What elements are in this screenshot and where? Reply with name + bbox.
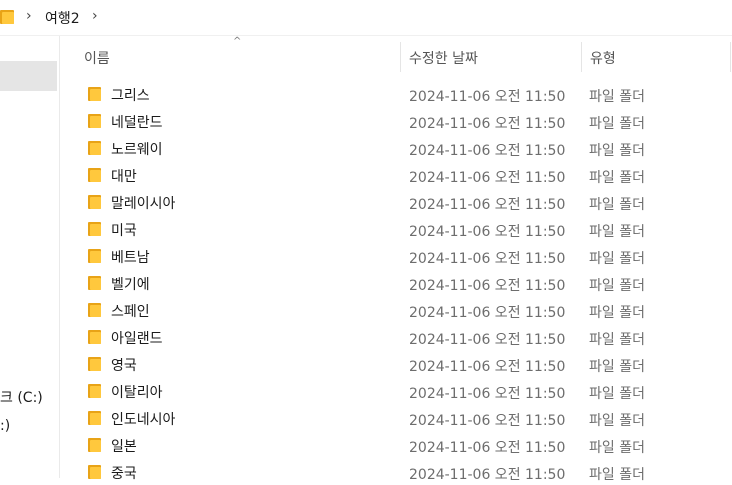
navigation-pane xyxy=(0,36,60,478)
file-type: 파일 폴더 xyxy=(589,197,645,213)
file-date: 2024-11-06 오전 11:50 xyxy=(409,467,566,483)
file-date: 2024-11-06 오전 11:50 xyxy=(409,197,566,213)
pane-divider[interactable] xyxy=(59,36,60,478)
folder-icon xyxy=(88,114,101,128)
folder-icon xyxy=(88,195,101,209)
file-type: 파일 폴더 xyxy=(589,170,645,186)
file-type: 파일 폴더 xyxy=(589,278,645,294)
file-date: 2024-11-06 오전 11:50 xyxy=(409,89,566,105)
breadcrumb-item[interactable]: 여행2 xyxy=(45,8,80,28)
file-type: 파일 폴더 xyxy=(589,359,645,375)
folder-icon xyxy=(88,141,101,155)
file-name: 스페인 xyxy=(111,304,150,320)
file-list: 그리스 2024-11-06 오전 11:50 파일 폴더 네덜란드 2024-11-0… xyxy=(80,80,732,485)
file-row[interactable]: 아일랜드 2024-11-06 오전 11:50 파일 폴더 xyxy=(80,323,732,350)
folder-icon xyxy=(88,384,101,398)
file-type: 파일 폴더 xyxy=(589,413,645,429)
file-name: 대만 xyxy=(111,169,137,185)
folder-icon xyxy=(88,411,101,425)
address-bar[interactable]: › 여행2 › xyxy=(0,0,732,35)
chevron-right-icon[interactable]: › xyxy=(92,8,98,24)
file-date: 2024-11-06 오전 11:50 xyxy=(409,224,566,240)
file-name: 영국 xyxy=(111,358,137,374)
file-date: 2024-11-06 오전 11:50 xyxy=(409,440,566,456)
file-name: 말레이시아 xyxy=(111,196,176,212)
sort-ascending-icon: ^ xyxy=(233,36,242,47)
file-row[interactable]: 미국 2024-11-06 오전 11:50 파일 폴더 xyxy=(80,215,732,242)
file-type: 파일 폴더 xyxy=(589,332,645,348)
file-row[interactable]: 말레이시아 2024-11-06 오전 11:50 파일 폴더 xyxy=(80,188,732,215)
file-date: 2024-11-06 오전 11:50 xyxy=(409,278,566,294)
file-date: 2024-11-06 오전 11:50 xyxy=(409,116,566,132)
file-type: 파일 폴더 xyxy=(589,89,645,105)
folder-icon xyxy=(88,222,101,236)
file-name: 중국 xyxy=(111,466,137,482)
file-date: 2024-11-06 오전 11:50 xyxy=(409,332,566,348)
file-name: 일본 xyxy=(111,439,137,455)
nav-item-drive-d[interactable]: :) xyxy=(0,418,10,434)
file-name: 베트남 xyxy=(111,250,150,266)
file-row[interactable]: 벨기에 2024-11-06 오전 11:50 파일 폴더 xyxy=(80,269,732,296)
file-date: 2024-11-06 오전 11:50 xyxy=(409,170,566,186)
column-header-type-label: 유형 xyxy=(590,51,616,67)
file-row[interactable]: 그리스 2024-11-06 오전 11:50 파일 폴더 xyxy=(80,80,732,107)
file-name: 이탈리아 xyxy=(111,385,163,401)
file-type: 파일 폴더 xyxy=(589,305,645,321)
file-row[interactable]: 스페인 2024-11-06 오전 11:50 파일 폴더 xyxy=(80,296,732,323)
nav-selected-item[interactable] xyxy=(0,61,57,91)
folder-icon xyxy=(88,276,101,290)
folder-icon xyxy=(88,357,101,371)
folder-icon xyxy=(88,303,101,317)
column-header-date-label: 수정한 날짜 xyxy=(409,51,478,67)
toolbar-divider xyxy=(0,35,732,36)
file-row[interactable]: 베트남 2024-11-06 오전 11:50 파일 폴더 xyxy=(80,242,732,269)
column-header-type[interactable]: 유형 xyxy=(582,38,732,74)
folder-icon xyxy=(88,168,101,182)
file-name: 벨기에 xyxy=(111,277,150,293)
file-date: 2024-11-06 오전 11:50 xyxy=(409,143,566,159)
file-name: 그리스 xyxy=(111,88,150,104)
folder-icon xyxy=(0,10,14,24)
file-row[interactable]: 중국 2024-11-06 오전 11:50 파일 폴더 xyxy=(80,458,732,485)
file-type: 파일 폴더 xyxy=(589,116,645,132)
file-row[interactable]: 이탈리아 2024-11-06 오전 11:50 파일 폴더 xyxy=(80,377,732,404)
file-name: 아일랜드 xyxy=(111,331,163,347)
file-date: 2024-11-06 오전 11:50 xyxy=(409,305,566,321)
chevron-right-icon[interactable]: › xyxy=(26,8,32,24)
file-row[interactable]: 네덜란드 2024-11-06 오전 11:50 파일 폴더 xyxy=(80,107,732,134)
column-header-name-label: 이름 xyxy=(84,51,110,67)
file-row[interactable]: 인도네시아 2024-11-06 오전 11:50 파일 폴더 xyxy=(80,404,732,431)
file-name: 네덜란드 xyxy=(111,115,163,131)
file-date: 2024-11-06 오전 11:50 xyxy=(409,386,566,402)
file-date: 2024-11-06 오전 11:50 xyxy=(409,251,566,267)
file-row[interactable]: 영국 2024-11-06 오전 11:50 파일 폴더 xyxy=(80,350,732,377)
column-separator[interactable] xyxy=(730,42,731,72)
file-name: 인도네시아 xyxy=(111,412,176,428)
column-header-date[interactable]: 수정한 날짜 xyxy=(401,38,581,74)
file-date: 2024-11-06 오전 11:50 xyxy=(409,413,566,429)
file-type: 파일 폴더 xyxy=(589,386,645,402)
file-name: 노르웨이 xyxy=(111,142,163,158)
file-type: 파일 폴더 xyxy=(589,440,645,456)
folder-icon xyxy=(88,87,101,101)
folder-icon xyxy=(88,438,101,452)
folder-icon xyxy=(88,330,101,344)
folder-icon xyxy=(88,249,101,263)
file-type: 파일 폴더 xyxy=(589,224,645,240)
file-row[interactable]: 일본 2024-11-06 오전 11:50 파일 폴더 xyxy=(80,431,732,458)
file-type: 파일 폴더 xyxy=(589,251,645,267)
file-row[interactable]: 대만 2024-11-06 오전 11:50 파일 폴더 xyxy=(80,161,732,188)
file-type: 파일 폴더 xyxy=(589,467,645,483)
file-name: 미국 xyxy=(111,223,137,239)
file-date: 2024-11-06 오전 11:50 xyxy=(409,359,566,375)
file-type: 파일 폴더 xyxy=(589,143,645,159)
nav-item-drive-c[interactable]: 크 (C:) xyxy=(0,387,43,407)
file-row[interactable]: 노르웨이 2024-11-06 오전 11:50 파일 폴더 xyxy=(80,134,732,161)
